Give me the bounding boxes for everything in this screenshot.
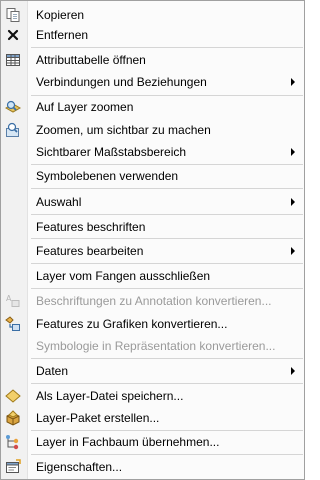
- menu-item-label: Daten: [36, 364, 69, 378]
- layer-file-icon: [5, 388, 21, 404]
- menu-item-label: Kopieren: [36, 8, 85, 22]
- menu-item-label: Features bearbeiten: [36, 244, 144, 258]
- menu-separator: [31, 383, 303, 384]
- menu-item-verbindungen[interactable]: Verbindungen und Beziehungen: [1, 71, 304, 93]
- copy-icon: [5, 7, 21, 23]
- menu-item-label: Symbolebenen verwenden: [36, 169, 179, 183]
- menu-separator: [31, 288, 303, 289]
- submenu-arrow-icon: [291, 148, 295, 156]
- menu-separator: [31, 238, 303, 239]
- menu-item-label: Layer in Fachbaum übernehmen...: [36, 435, 220, 449]
- menu-item-layer-fachbaum[interactable]: Layer in Fachbaum übernehmen...: [1, 431, 304, 453]
- menu-item-label: Features beschriften: [36, 220, 146, 234]
- remove-x-icon: [5, 27, 21, 43]
- menu-item-auf-layer-zoomen[interactable]: Auf Layer zoomen: [1, 96, 304, 118]
- menu-item-label: Zoomen, um sichtbar zu machen: [36, 123, 211, 137]
- menu-item-zoomen-sichtbar[interactable]: Zoomen, um sichtbar zu machen: [1, 119, 304, 141]
- menu-item-label: Layer vom Fangen ausschließen: [36, 269, 211, 283]
- submenu-arrow-icon: [291, 78, 295, 86]
- menu-item-auswahl[interactable]: Auswahl: [1, 191, 304, 213]
- menu-item-label: Eigenschaften...: [36, 460, 123, 474]
- menu-separator: [31, 263, 303, 264]
- menu-item-daten[interactable]: Daten: [1, 360, 304, 382]
- menu-item-beschriftungen-konvertieren[interactable]: A Beschriftungen zu Annotation konvertie…: [1, 290, 304, 312]
- menu-item-label: Als Layer-Datei speichern...: [36, 389, 184, 403]
- context-menu: Kopieren Entfernen Attributtabelle öffne…: [0, 0, 305, 480]
- zoom-to-visible-icon: [5, 122, 21, 138]
- menu-item-symbolebenen[interactable]: Symbolebenen verwenden: [1, 165, 304, 187]
- menu-item-label: Verbindungen und Beziehungen: [36, 75, 207, 89]
- attribute-table-icon: [5, 52, 21, 68]
- menu-separator: [31, 47, 303, 48]
- convert-labels-icon: A: [5, 293, 21, 309]
- menu-item-features-zu-grafiken[interactable]: Features zu Grafiken konvertieren...: [1, 313, 304, 335]
- tree-icon: [5, 434, 21, 450]
- menu-separator: [31, 454, 303, 455]
- submenu-arrow-icon: [291, 247, 295, 255]
- menu-separator: [31, 188, 303, 189]
- menu-item-features-beschriften[interactable]: Features beschriften: [1, 216, 304, 238]
- menu-item-massstabsbereich[interactable]: Sichtbarer Maßstabsbereich: [1, 141, 304, 163]
- menu-item-entfernen[interactable]: Entfernen: [1, 24, 304, 46]
- menu-separator: [31, 358, 303, 359]
- convert-to-graphics-icon: [5, 316, 21, 332]
- menu-item-label: Auswahl: [36, 195, 82, 209]
- menu-item-kopieren[interactable]: Kopieren: [1, 4, 304, 26]
- properties-icon: [5, 459, 21, 475]
- menu-item-fangen-ausschliessen[interactable]: Layer vom Fangen ausschließen: [1, 265, 304, 287]
- menu-item-label: Beschriftungen zu Annotation konvertiere…: [36, 294, 272, 308]
- menu-item-label: Layer-Paket erstellen...: [36, 411, 160, 425]
- menu-item-label: Symbologie in Repräsentation konvertiere…: [36, 339, 276, 353]
- menu-item-label: Features zu Grafiken konvertieren...: [36, 317, 228, 331]
- menu-item-layer-datei-speichern[interactable]: Als Layer-Datei speichern...: [1, 385, 304, 407]
- zoom-to-layer-icon: [5, 99, 21, 115]
- submenu-arrow-icon: [291, 367, 295, 375]
- menu-item-symbologie-konvertieren[interactable]: Symbologie in Repräsentation konvertiere…: [1, 335, 304, 357]
- menu-item-label: Auf Layer zoomen: [36, 100, 134, 114]
- layer-package-icon: [5, 410, 21, 426]
- menu-item-attributtabelle[interactable]: Attributtabelle öffnen: [1, 49, 304, 71]
- svg-text:A: A: [6, 294, 12, 303]
- menu-separator: [31, 214, 303, 215]
- submenu-arrow-icon: [291, 198, 295, 206]
- menu-item-features-bearbeiten[interactable]: Features bearbeiten: [1, 240, 304, 262]
- menu-item-layer-paket[interactable]: Layer-Paket erstellen...: [1, 407, 304, 429]
- menu-item-label: Sichtbarer Maßstabsbereich: [36, 145, 187, 159]
- menu-item-label: Attributtabelle öffnen: [36, 53, 146, 67]
- menu-item-eigenschaften[interactable]: Eigenschaften...: [1, 456, 304, 478]
- menu-item-label: Entfernen: [36, 28, 89, 42]
